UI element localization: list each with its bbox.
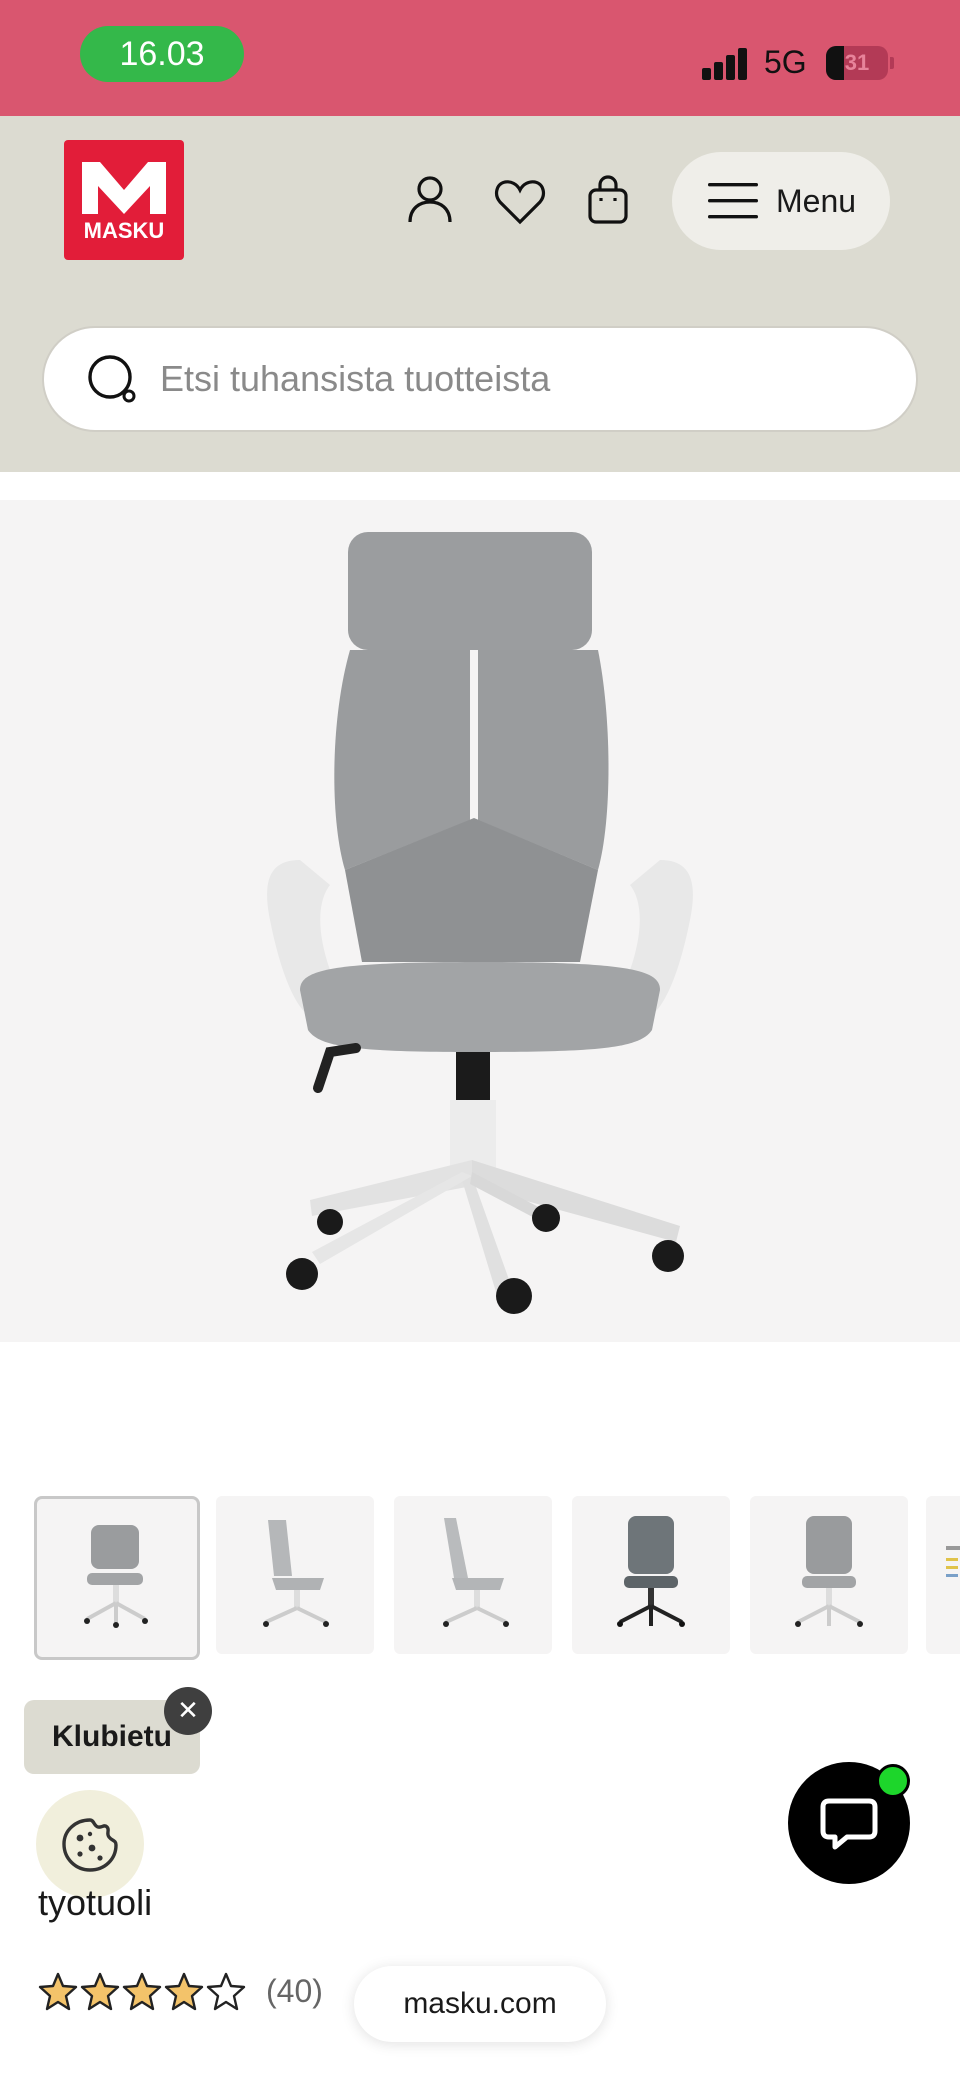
rating-stars	[38, 1971, 248, 2011]
thumbnail[interactable]	[572, 1496, 730, 1654]
signal-icon	[702, 48, 750, 80]
menu-button[interactable]: Menu	[672, 152, 890, 250]
review-count: (40)	[266, 1972, 323, 2009]
logo-text: MASKU	[83, 218, 165, 243]
menu-label: Menu	[776, 182, 857, 219]
site-header: MASKU Menu Etsi tuhansista tuotteista	[0, 116, 960, 472]
bag-icon[interactable]	[580, 172, 636, 228]
network-type: 5G	[764, 44, 807, 80]
star-filled-icon	[80, 1972, 120, 2011]
search-icon	[88, 355, 136, 403]
search-input[interactable]: Etsi tuhansista tuotteista	[42, 326, 918, 432]
thumbnail[interactable]	[216, 1496, 374, 1654]
thumbnail[interactable]	[394, 1496, 552, 1654]
product-title: tyotuoli	[38, 1882, 153, 1923]
close-icon[interactable]: ✕	[164, 1687, 212, 1735]
product-main-image[interactable]	[0, 500, 960, 1342]
thumbnail[interactable]	[926, 1496, 960, 1654]
product-rating[interactable]: (40)	[38, 1966, 323, 2016]
online-status-dot	[876, 1764, 910, 1798]
cookie-icon	[62, 1818, 118, 1872]
search-placeholder: Etsi tuhansista tuotteista	[160, 358, 551, 399]
chat-bubble-icon	[820, 1798, 878, 1850]
battery-icon: 31	[826, 46, 888, 80]
star-filled-icon	[164, 1972, 204, 2011]
user-icon[interactable]	[402, 172, 458, 228]
status-time: 16.03	[80, 26, 244, 82]
star-filled-icon	[122, 1972, 162, 2011]
star-filled-icon	[38, 1972, 78, 2011]
status-bar: 16.03 5G 31	[0, 0, 960, 116]
heart-icon[interactable]	[492, 174, 548, 230]
thumbnail[interactable]	[34, 1496, 200, 1660]
hamburger-icon	[708, 183, 758, 219]
star-empty-icon	[206, 1972, 246, 2011]
browser-domain-pill[interactable]: masku.com	[354, 1966, 606, 2042]
battery-level: 31	[844, 50, 870, 75]
thumbnail[interactable]	[750, 1496, 908, 1654]
thumbnail-strip	[34, 1496, 960, 1660]
masku-logo[interactable]: MASKU	[64, 140, 184, 260]
